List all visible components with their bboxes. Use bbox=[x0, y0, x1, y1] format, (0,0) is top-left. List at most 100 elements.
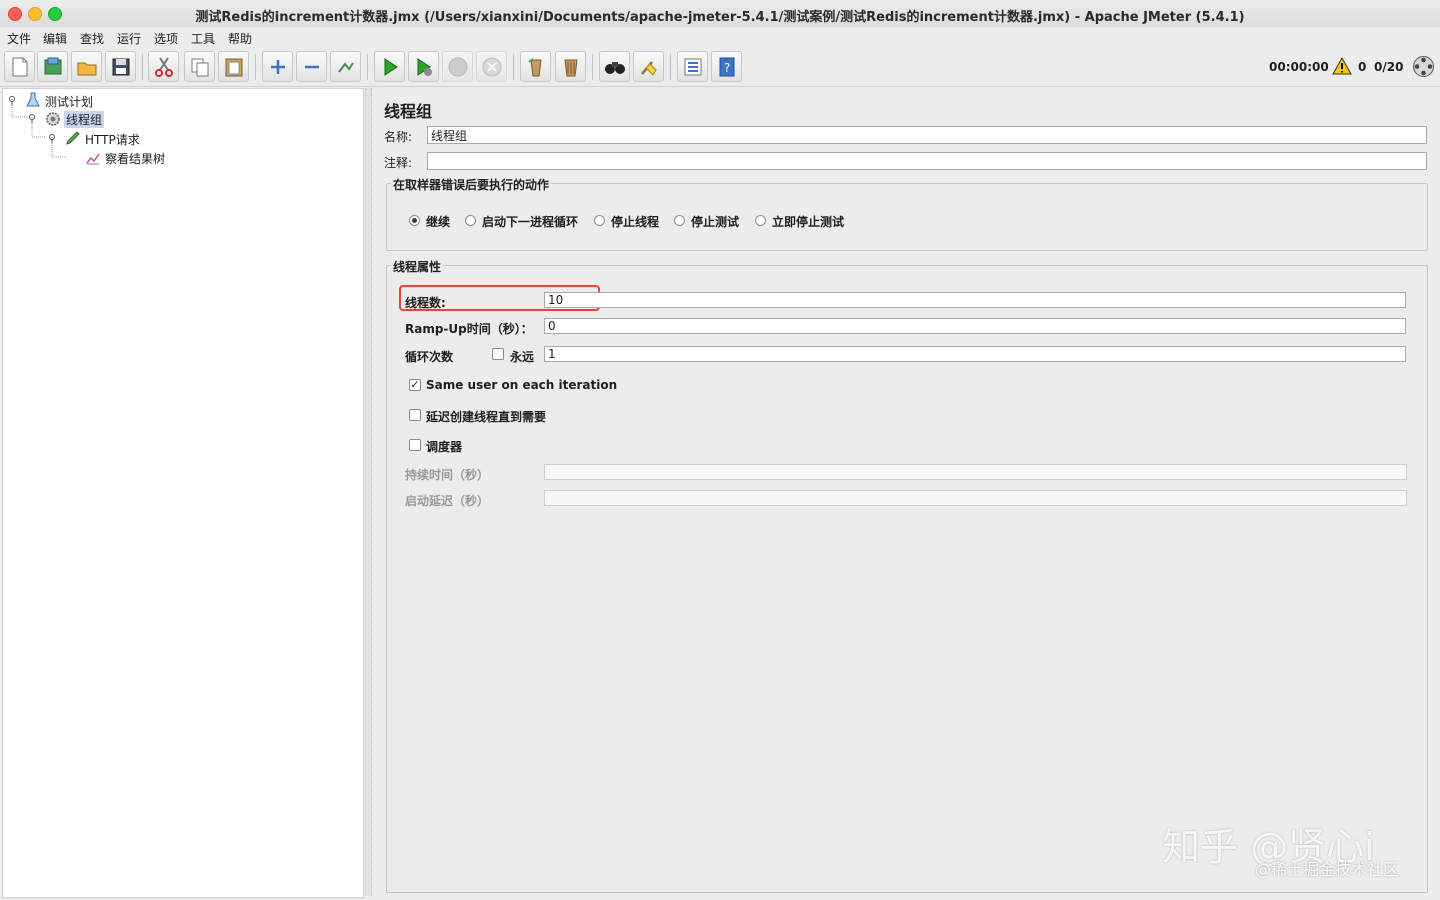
split-pane-divider[interactable] bbox=[365, 88, 372, 896]
test-plan-tree[interactable]: 测试计划 线程组 HTTP请求 察看结果树 bbox=[2, 88, 364, 898]
panel-title: 线程组 bbox=[384, 102, 433, 121]
start-no-pause-button[interactable] bbox=[408, 51, 439, 82]
radio-stop-thread-label: 停止线程 bbox=[611, 215, 660, 229]
save-button[interactable] bbox=[105, 51, 136, 82]
function-helper-icon bbox=[684, 58, 702, 76]
expand-handle-icon[interactable] bbox=[47, 133, 57, 143]
new-icon bbox=[12, 57, 28, 77]
menu-file[interactable]: 文件 bbox=[7, 30, 31, 47]
clear-all-button[interactable] bbox=[555, 51, 586, 82]
thread-properties-title: 线程属性 bbox=[391, 258, 444, 275]
reset-search-button[interactable] bbox=[633, 51, 664, 82]
toggle-button[interactable] bbox=[330, 51, 361, 82]
radio-stop-test-now[interactable] bbox=[755, 215, 766, 226]
shutdown-button[interactable] bbox=[476, 51, 507, 82]
copy-icon bbox=[191, 58, 209, 77]
new-button[interactable] bbox=[4, 51, 35, 82]
comment-input[interactable] bbox=[427, 152, 1427, 170]
thread-group-gear-icon bbox=[46, 112, 60, 126]
collapse-all-button[interactable] bbox=[296, 51, 327, 82]
startup-delay-input[interactable] bbox=[544, 490, 1407, 506]
menu-help[interactable]: 帮助 bbox=[228, 30, 252, 47]
start-button[interactable] bbox=[374, 51, 405, 82]
rampup-input[interactable] bbox=[544, 318, 1406, 334]
window-title: 测试Redis的increment计数器.jmx (/Users/xianxin… bbox=[195, 10, 1245, 25]
menu-edit[interactable]: 编辑 bbox=[43, 30, 67, 47]
save-icon bbox=[112, 58, 130, 76]
error-action-title: 在取样器错误后要执行的动作 bbox=[391, 176, 552, 193]
radio-start-next-loop[interactable] bbox=[465, 215, 476, 226]
templates-icon bbox=[44, 57, 62, 75]
stop-button[interactable] bbox=[442, 51, 473, 82]
expand-handle-icon[interactable] bbox=[7, 95, 17, 105]
threads-input[interactable] bbox=[544, 292, 1406, 308]
active-threads: 0/20 bbox=[1374, 60, 1404, 74]
startup-delay-label: 启动延迟（秒） bbox=[405, 494, 490, 508]
help-button[interactable]: ? bbox=[711, 51, 742, 82]
delay-thread-creation-checkbox[interactable] bbox=[409, 409, 421, 421]
toolbar-separator bbox=[142, 54, 143, 80]
cut-button[interactable] bbox=[148, 51, 179, 82]
clear-all-icon bbox=[564, 59, 578, 77]
paste-button[interactable] bbox=[218, 51, 249, 82]
radio-stop-test[interactable] bbox=[674, 215, 685, 226]
watermark-juejin: @稀土掘金技术社区 bbox=[1255, 860, 1400, 879]
open-icon bbox=[77, 62, 97, 76]
duration-input[interactable] bbox=[544, 464, 1407, 480]
svg-text:?: ? bbox=[724, 61, 730, 75]
scheduler-checkbox[interactable] bbox=[409, 439, 421, 451]
threads-label: 线程数: bbox=[405, 296, 446, 310]
templates-button[interactable] bbox=[37, 51, 68, 82]
loop-count-input[interactable] bbox=[544, 346, 1406, 362]
tree-node-view-results-tree[interactable]: 察看结果树 bbox=[105, 150, 165, 167]
menu-search[interactable]: 查找 bbox=[80, 30, 104, 47]
menu-options[interactable]: 选项 bbox=[154, 30, 178, 47]
clear-button[interactable] bbox=[520, 51, 551, 82]
tree-node-test-plan[interactable]: 测试计划 bbox=[45, 93, 93, 110]
tree-node-thread-group[interactable]: 线程组 bbox=[64, 111, 105, 128]
toolbar: ? 00:00:00 0 0/20 bbox=[0, 48, 1440, 87]
open-button[interactable] bbox=[71, 51, 102, 82]
radio-stop-thread[interactable] bbox=[594, 215, 605, 226]
scheduler-label: 调度器 bbox=[426, 440, 463, 454]
warning-count: 0 bbox=[1358, 60, 1367, 74]
stop-icon bbox=[448, 57, 468, 77]
toolbar-separator bbox=[367, 54, 368, 80]
menu-run[interactable]: 运行 bbox=[117, 30, 141, 47]
duration-label: 持续时间（秒） bbox=[405, 468, 490, 482]
search-button[interactable] bbox=[599, 51, 630, 82]
listener-graph-icon bbox=[86, 153, 100, 165]
shutdown-icon bbox=[482, 57, 502, 77]
radio-stop-test-now-label: 立即停止测试 bbox=[772, 215, 845, 229]
thread-group-panel: 线程组 名称: 注释: 在取样器错误后要执行的动作 继续 启动下一进程循环 停止… bbox=[373, 88, 1437, 898]
elapsed-timer: 00:00:00 bbox=[1269, 60, 1329, 74]
toolbar-separator bbox=[592, 54, 593, 80]
function-helper-button[interactable] bbox=[677, 51, 708, 82]
expand-all-button[interactable] bbox=[262, 51, 293, 82]
loop-count-label: 循环次数 bbox=[405, 350, 454, 364]
forever-label: 永远 bbox=[510, 350, 535, 364]
radio-stop-test-label: 停止测试 bbox=[691, 215, 740, 229]
expand-handle-icon[interactable] bbox=[27, 113, 37, 123]
forever-checkbox[interactable] bbox=[492, 348, 504, 360]
toolbar-separator bbox=[670, 54, 671, 80]
paste-icon bbox=[225, 58, 243, 77]
menu-bar: 文件 编辑 查找 运行 选项 工具 帮助 bbox=[0, 27, 1440, 48]
copy-button[interactable] bbox=[184, 51, 215, 82]
collapse-icon bbox=[305, 65, 319, 69]
warning-icon[interactable] bbox=[1332, 57, 1352, 75]
help-icon: ? bbox=[719, 57, 735, 77]
cut-icon bbox=[155, 57, 173, 77]
radio-continue[interactable] bbox=[409, 215, 420, 226]
title-bar: 测试Redis的increment计数器.jmx (/Users/xianxin… bbox=[0, 0, 1440, 28]
same-user-label: Same user on each iteration bbox=[426, 378, 618, 392]
toolbar-separator bbox=[513, 54, 514, 80]
name-input[interactable] bbox=[427, 126, 1427, 144]
menu-tools[interactable]: 工具 bbox=[191, 30, 215, 47]
toggle-icon bbox=[338, 62, 354, 73]
same-user-checkbox[interactable]: ✓ bbox=[409, 379, 421, 391]
reset-search-icon bbox=[641, 61, 657, 76]
expand-icon bbox=[271, 60, 285, 74]
tree-node-http-request[interactable]: HTTP请求 bbox=[85, 131, 140, 148]
name-label: 名称: bbox=[384, 130, 413, 144]
